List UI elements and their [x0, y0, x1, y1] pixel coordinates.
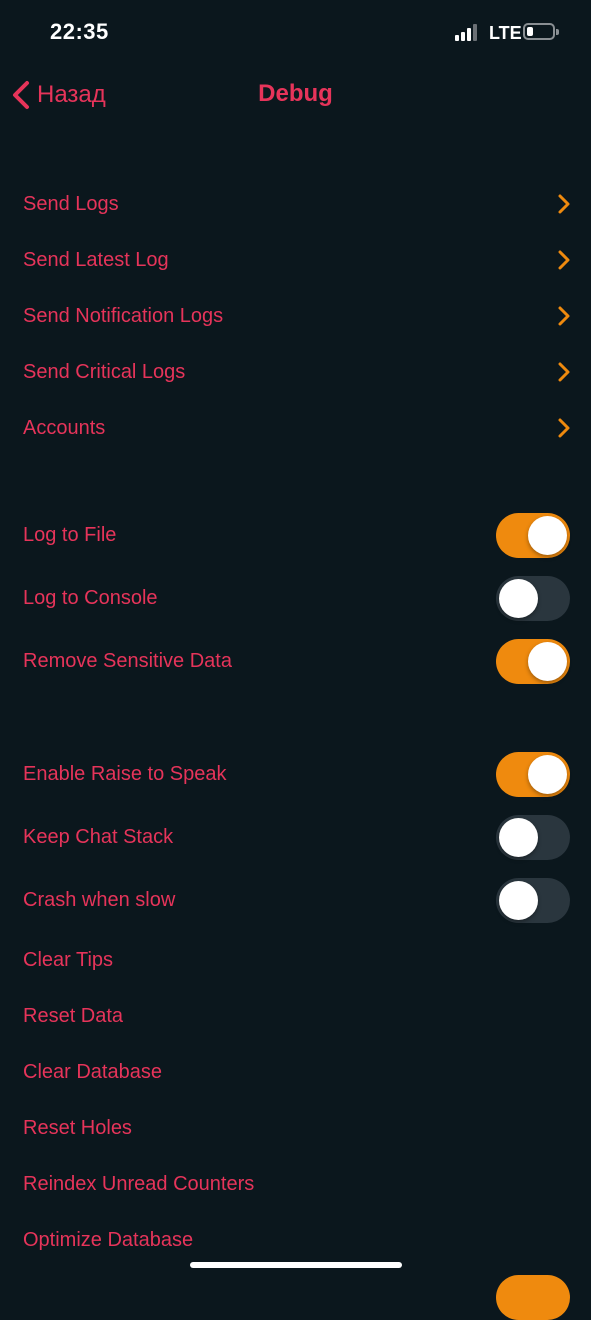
- debug-actions-section: Clear Tips Reset Data Clear Database Res…: [0, 932, 591, 1268]
- log-to-file-row: Log to File: [0, 504, 591, 567]
- status-bar: 22:35 LTE: [0, 0, 591, 64]
- chevron-right-icon: [558, 306, 570, 326]
- toggle-knob: [528, 516, 567, 555]
- row-label: Crash when slow: [23, 889, 176, 911]
- logging-toggles-section: Log to File Log to Console Remove Sensit…: [0, 504, 591, 693]
- enable-raise-to-speak-row: Enable Raise to Speak: [0, 743, 591, 806]
- offscreen-toggle[interactable]: [496, 1275, 570, 1320]
- row-label: Send Critical Logs: [23, 360, 186, 383]
- log-to-console-toggle[interactable]: [496, 576, 570, 621]
- status-time: 22:35: [50, 19, 109, 44]
- row-label: Enable Raise to Speak: [23, 763, 227, 785]
- row-label: Remove Sensitive Data: [23, 650, 232, 672]
- accounts-row[interactable]: Accounts: [0, 400, 591, 456]
- optimize-database-button[interactable]: Optimize Database: [0, 1212, 591, 1268]
- chevron-right-icon: [558, 362, 570, 382]
- chevron-right-icon: [558, 194, 570, 214]
- remove-sensitive-data-toggle[interactable]: [496, 639, 570, 684]
- battery-level: [527, 27, 533, 36]
- send-critical-logs-row[interactable]: Send Critical Logs: [0, 344, 591, 400]
- toggle-knob: [499, 818, 538, 857]
- clear-tips-button[interactable]: Clear Tips: [0, 932, 591, 988]
- reset-holes-button[interactable]: Reset Holes: [0, 1100, 591, 1156]
- log-to-file-toggle[interactable]: [496, 513, 570, 558]
- row-label: Log to Console: [23, 587, 158, 609]
- row-label: Clear Tips: [23, 948, 114, 971]
- keep-chat-stack-row: Keep Chat Stack: [0, 806, 591, 869]
- row-label: Reindex Unread Counters: [23, 1172, 255, 1195]
- cellular-signal-icon: [455, 23, 483, 41]
- toggle-knob: [499, 881, 538, 920]
- row-label: Keep Chat Stack: [23, 826, 174, 848]
- enable-raise-to-speak-toggle[interactable]: [496, 752, 570, 797]
- logs-section: Send Logs Send Latest Log Send Notificat…: [0, 176, 591, 456]
- row-label: Optimize Database: [23, 1228, 194, 1251]
- row-label: Accounts: [23, 416, 106, 439]
- crash-when-slow-toggle[interactable]: [496, 878, 570, 923]
- row-label: Clear Database: [23, 1060, 162, 1083]
- row-label: Send Logs: [23, 192, 119, 215]
- network-type: LTE: [489, 23, 522, 43]
- send-notification-logs-row[interactable]: Send Notification Logs: [0, 288, 591, 344]
- chevron-right-icon: [558, 250, 570, 270]
- row-label: Send Notification Logs: [23, 304, 224, 327]
- row-label: Send Latest Log: [23, 248, 169, 271]
- page-title: Debug: [258, 80, 333, 107]
- battery-tip: [556, 29, 559, 35]
- battery-icon: [523, 23, 555, 40]
- chevron-right-icon: [558, 418, 570, 438]
- send-logs-row[interactable]: Send Logs: [0, 176, 591, 232]
- reset-data-button[interactable]: Reset Data: [0, 988, 591, 1044]
- reindex-unread-counters-button[interactable]: Reindex Unread Counters: [0, 1156, 591, 1212]
- clear-database-button[interactable]: Clear Database: [0, 1044, 591, 1100]
- remove-sensitive-data-row: Remove Sensitive Data: [0, 630, 591, 693]
- toggle-knob: [528, 642, 567, 681]
- keep-chat-stack-toggle[interactable]: [496, 815, 570, 860]
- crash-when-slow-row: Crash when slow: [0, 869, 591, 932]
- log-to-console-row: Log to Console: [0, 567, 591, 630]
- send-latest-log-row[interactable]: Send Latest Log: [0, 232, 591, 288]
- row-label: Reset Data: [23, 1004, 124, 1027]
- row-label: Log to File: [23, 524, 117, 546]
- toggle-knob: [528, 755, 567, 794]
- misc-toggles-section: Enable Raise to Speak Keep Chat Stack Cr…: [0, 743, 591, 932]
- toggle-knob: [499, 579, 538, 618]
- navigation-bar: Назад Debug: [0, 64, 591, 124]
- home-indicator[interactable]: [190, 1262, 402, 1268]
- row-label: Reset Holes: [23, 1116, 132, 1139]
